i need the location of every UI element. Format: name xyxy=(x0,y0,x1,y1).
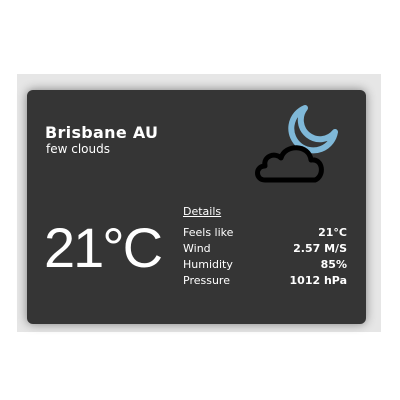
detail-label: Feels like xyxy=(183,226,234,239)
moon-cloud-icon xyxy=(255,105,338,183)
current-temperature: 21°C xyxy=(44,216,163,279)
detail-row-wind: Wind 2.57 M/S xyxy=(183,241,347,257)
detail-label: Humidity xyxy=(183,258,233,271)
weather-description: few clouds xyxy=(46,142,110,156)
detail-row-feels-like: Feels like 21°C xyxy=(183,225,347,241)
weather-card: Brisbane AU few clouds 21°C Details Feel… xyxy=(27,90,366,324)
details-heading: Details xyxy=(183,205,222,218)
detail-value: 21°C xyxy=(318,226,347,239)
location-title: Brisbane AU xyxy=(45,123,159,142)
detail-row-humidity: Humidity 85% xyxy=(183,257,347,273)
detail-value: 2.57 M/S xyxy=(293,242,347,255)
detail-label: Pressure xyxy=(183,274,230,287)
detail-row-pressure: Pressure 1012 hPa xyxy=(183,273,347,289)
detail-value: 85% xyxy=(320,258,347,271)
detail-label: Wind xyxy=(183,242,211,255)
detail-value: 1012 hPa xyxy=(289,274,347,287)
moon-icon xyxy=(288,105,338,154)
details-list: Feels like 21°C Wind 2.57 M/S Humidity 8… xyxy=(183,225,347,289)
